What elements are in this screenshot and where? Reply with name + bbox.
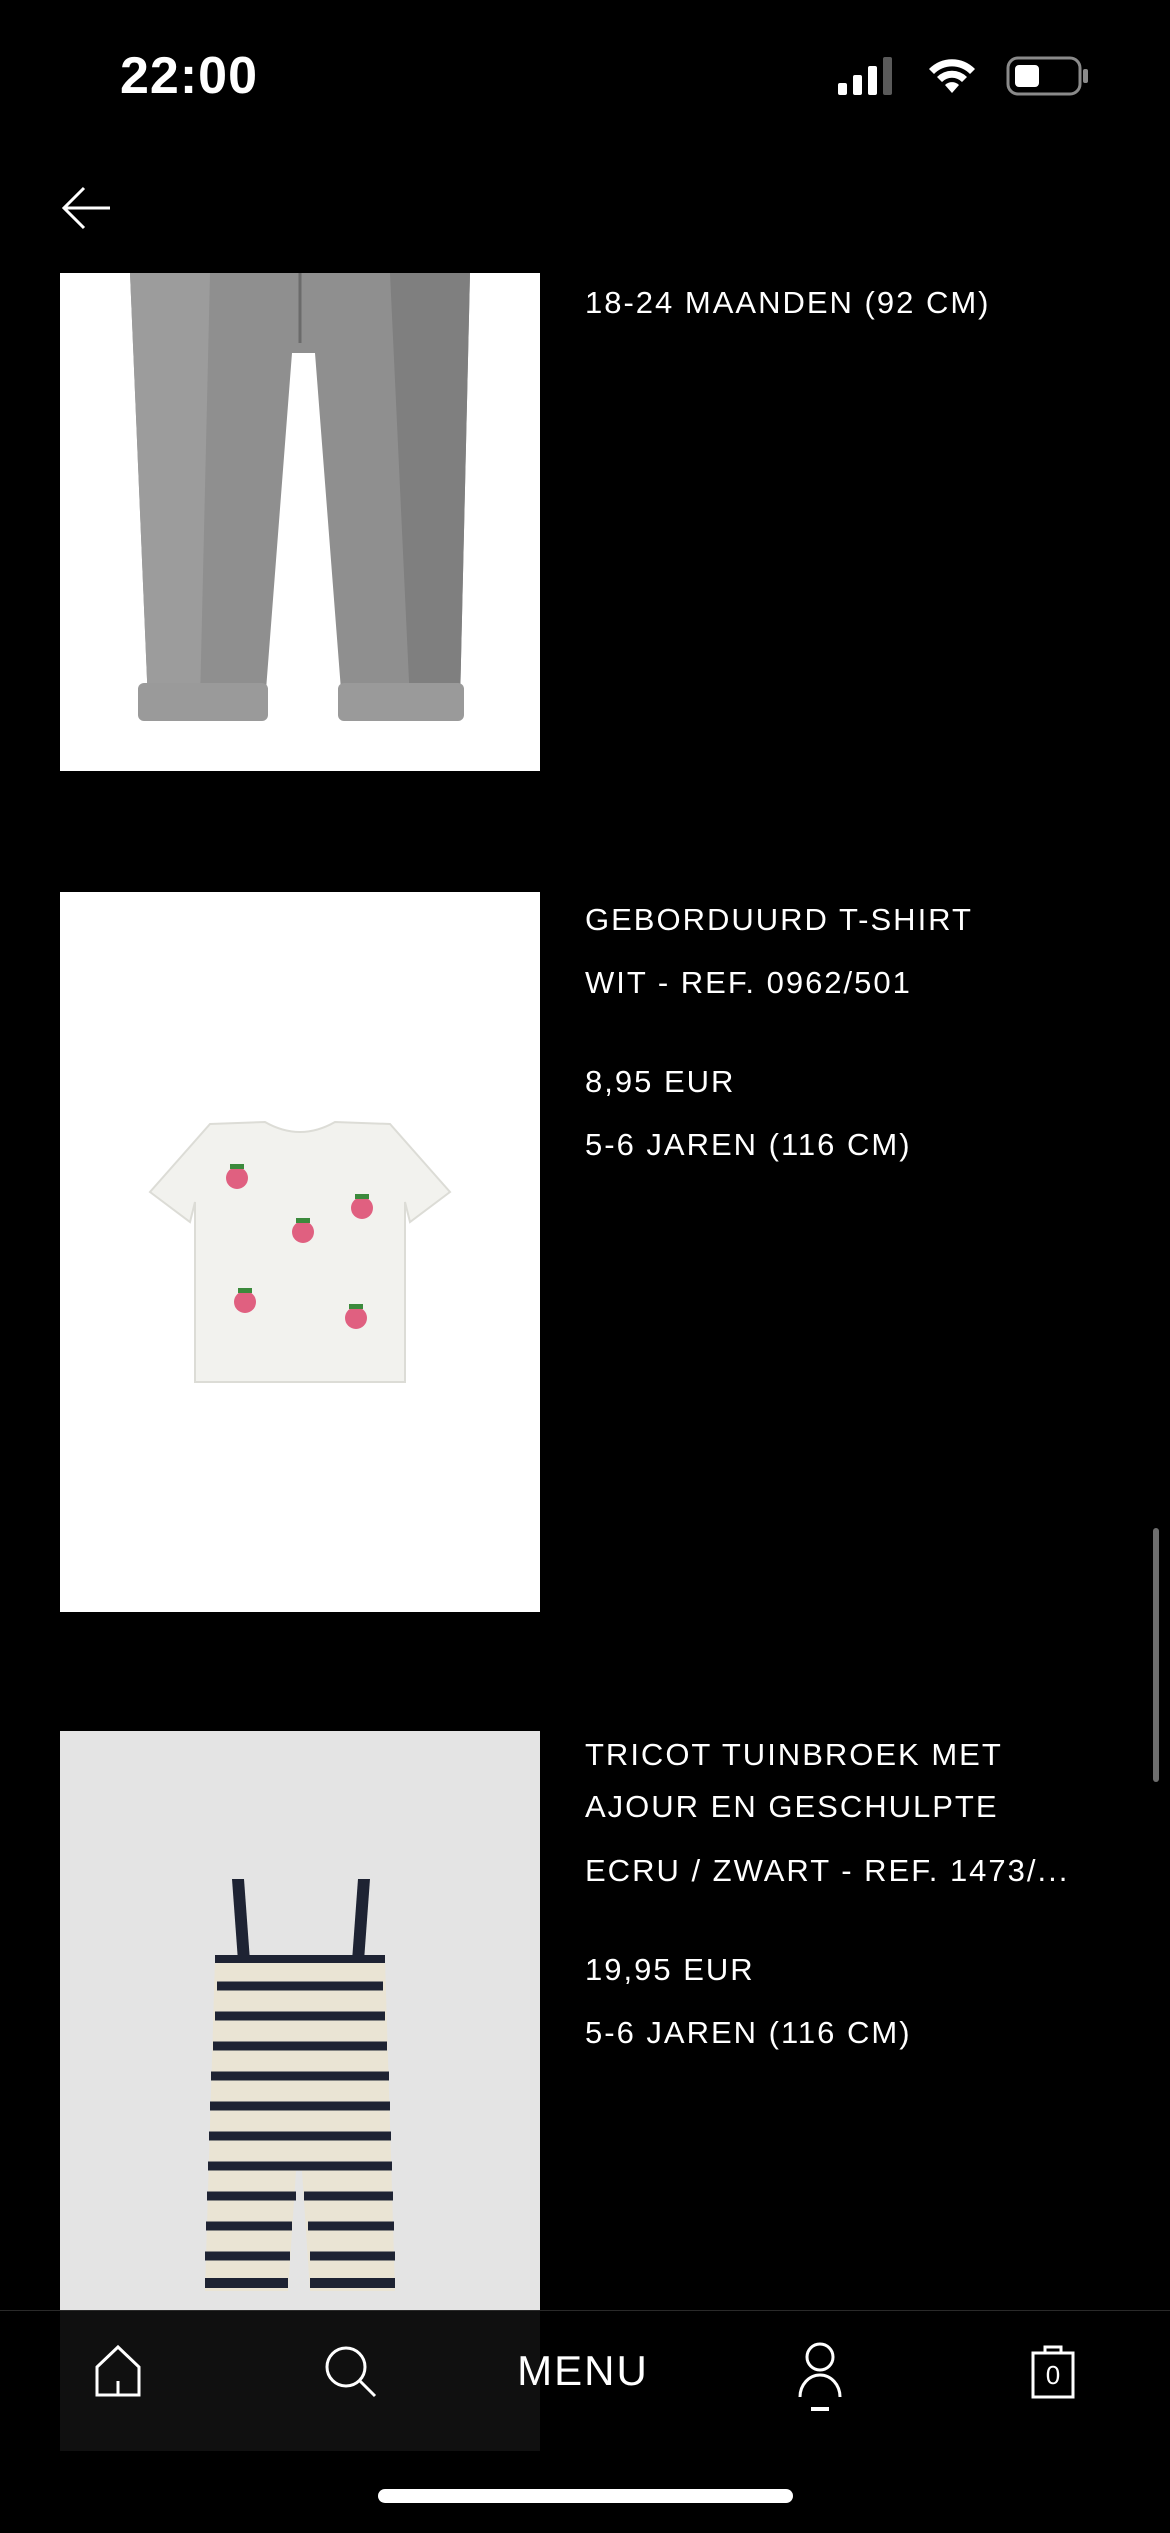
product-name-line2: AJOUR EN GESCHULPTE bbox=[585, 1789, 999, 1824]
product-image-tshirt[interactable] bbox=[60, 892, 540, 1612]
product-name: GEBORDUURD T-SHIRT bbox=[585, 902, 973, 937]
tab-home[interactable] bbox=[88, 2341, 148, 2401]
product-item-jeans[interactable]: 18-24 MAANDEN (92 CM) bbox=[0, 273, 1170, 773]
tab-cart[interactable]: 0 bbox=[1028, 2341, 1078, 2401]
signal-icon bbox=[838, 57, 892, 95]
home-indicator[interactable] bbox=[378, 2489, 793, 2503]
product-info: 18-24 MAANDEN (92 CM) bbox=[585, 285, 1125, 321]
product-item-tshirt[interactable]: GEBORDUURD T-SHIRT WIT - REF. 0962/501 8… bbox=[0, 892, 1170, 1612]
arrow-left-icon bbox=[61, 186, 110, 230]
product-info: GEBORDUURD T-SHIRT WIT - REF. 0962/501 8… bbox=[585, 902, 1125, 1163]
scrollbar[interactable] bbox=[1153, 1528, 1159, 1782]
cart-count: 0 bbox=[1045, 2359, 1061, 2390]
jeans-illustration bbox=[130, 273, 470, 721]
product-color-ref: ECRU / ZWART - REF. 1473/... bbox=[585, 1853, 1070, 1888]
search-icon bbox=[325, 2346, 377, 2398]
product-size: 5-6 JAREN (116 CM) bbox=[585, 2015, 912, 2050]
back-button[interactable] bbox=[58, 180, 114, 236]
product-size: 5-6 JAREN (116 CM) bbox=[585, 1127, 912, 1162]
product-info: TRICOT TUINBROEK MET AJOUR EN GESCHULPTE… bbox=[585, 1737, 1125, 2051]
product-price: 8,95 EUR bbox=[585, 1064, 736, 1099]
product-price: 19,95 EUR bbox=[585, 1952, 755, 1987]
tab-menu[interactable]: MENU bbox=[508, 2341, 658, 2401]
home-icon bbox=[95, 2344, 141, 2397]
wifi-icon bbox=[929, 59, 975, 93]
user-icon bbox=[798, 2342, 842, 2411]
battery-icon bbox=[1006, 56, 1088, 96]
product-size: 18-24 MAANDEN (92 CM) bbox=[585, 285, 991, 320]
status-bar: 22:00 bbox=[0, 0, 1170, 150]
tab-search[interactable] bbox=[320, 2341, 380, 2401]
menu-label: MENU bbox=[517, 2347, 649, 2394]
tab-account[interactable] bbox=[790, 2341, 850, 2415]
product-color-ref: WIT - REF. 0962/501 bbox=[585, 965, 912, 1000]
tshirt-illustration bbox=[148, 1120, 452, 1383]
product-image-jeans[interactable] bbox=[60, 273, 540, 771]
status-icons bbox=[838, 52, 1090, 100]
status-time: 22:00 bbox=[120, 47, 258, 105]
product-name-line1: TRICOT TUINBROEK MET bbox=[585, 1737, 1003, 1772]
